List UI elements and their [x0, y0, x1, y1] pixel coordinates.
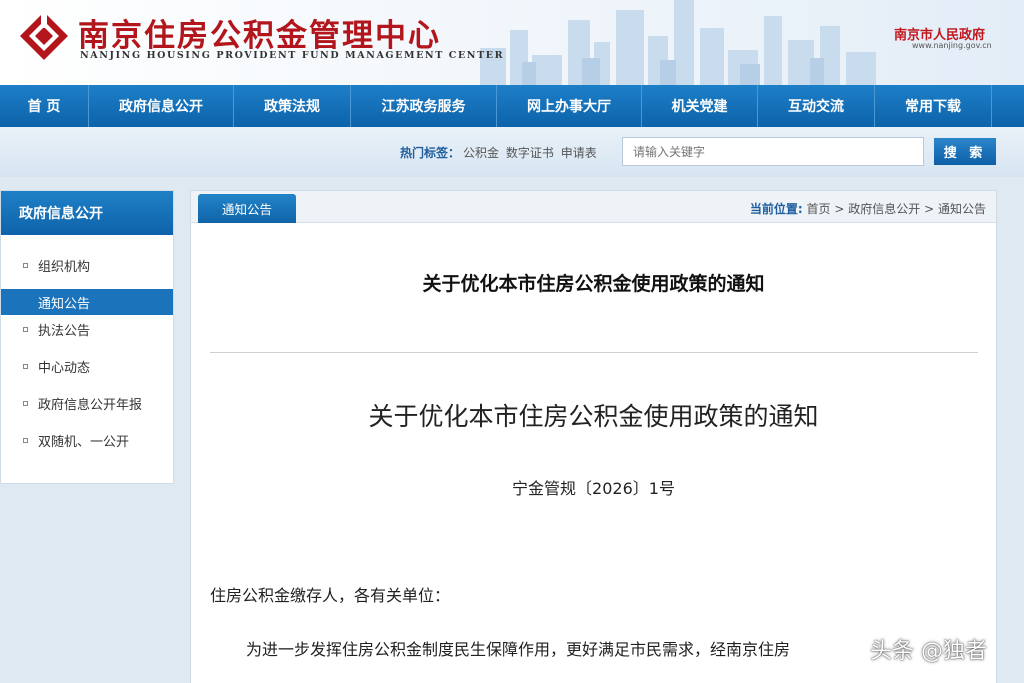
nav-item-party-building[interactable]: 机关党建	[642, 85, 758, 127]
bullet-icon	[23, 437, 28, 443]
search-bar: 热门标签：公积金 数字证书 申请表 搜 索	[0, 127, 1024, 177]
nav-item-gov-info[interactable]: 政府信息公开	[89, 85, 234, 127]
document-salutation: 住房公积金缴存人，各有关单位：	[210, 586, 451, 605]
site-subtitle: NANJING HOUSING PROVIDENT FUND MANAGEMEN…	[80, 50, 505, 61]
breadcrumb-gov-info[interactable]: 政府信息公开	[848, 202, 920, 216]
bullet-icon	[23, 326, 28, 332]
site-title: 南京住房公积金管理中心	[78, 18, 441, 54]
sidebar-item-annual-report[interactable]: 政府信息公开年报	[1, 390, 173, 416]
sidebar-item-notices[interactable]: 通知公告	[1, 289, 173, 315]
divider	[210, 352, 978, 353]
tab-notices[interactable]: 通知公告	[198, 194, 296, 223]
main-nav: 首 页 政府信息公开 政策法规 江苏政务服务 网上办事大厅 机关党建 互动交流 …	[0, 85, 1024, 127]
search-button[interactable]: 搜 索	[934, 138, 996, 165]
bullet-icon	[23, 400, 28, 406]
document-body-paragraph: 为进一步发挥住房公积金制度民生保障作用，更好满足市民需求，经南京住房	[246, 640, 791, 659]
breadcrumb-home[interactable]: 首页	[807, 202, 831, 216]
hot-tag-certificate[interactable]: 数字证书	[506, 146, 554, 160]
sidebar-title: 政府信息公开	[1, 191, 173, 235]
sidebar-item-label: 双随机、一公开	[38, 434, 130, 450]
sidebar-item-enforcement[interactable]: 执法公告	[1, 316, 173, 342]
nav-item-policy[interactable]: 政策法规	[234, 85, 351, 127]
bullet-icon	[23, 262, 28, 268]
sidebar-item-label: 组织机构	[38, 259, 91, 275]
sidebar-item-label: 中心动态	[38, 360, 91, 376]
sidebar-item-label: 政府信息公开年报	[38, 397, 143, 413]
document-number: 宁金管规〔2026〕1号	[512, 479, 675, 498]
breadcrumb-separator: >	[924, 202, 935, 216]
housing-fund-logo-icon	[20, 12, 68, 60]
breadcrumb-notices[interactable]: 通知公告	[938, 202, 986, 216]
hot-tag-fund[interactable]: 公积金	[463, 146, 499, 160]
breadcrumb-separator: >	[834, 202, 845, 216]
sidebar-item-label: 通知公告	[38, 296, 91, 312]
sidebar-item-label: 执法公告	[38, 323, 91, 339]
nav-item-interaction[interactable]: 互动交流	[758, 85, 875, 127]
hot-tags-label: 热门标签：	[400, 146, 461, 160]
content-tabbar: 通知公告 当前位置: 首页 > 政府信息公开 > 通知公告	[191, 191, 996, 223]
main-content: 通知公告 当前位置: 首页 > 政府信息公开 > 通知公告 关于优化本市住房公积…	[190, 190, 997, 683]
hot-tags: 热门标签： 公积金 数字证书 申请表	[400, 144, 597, 161]
sidebar: 政府信息公开 组织机构 通知公告 执法公告 中心动态 政府信息公开年报 双随机、…	[0, 190, 174, 484]
nav-item-home[interactable]: 首 页	[0, 85, 89, 127]
gov-url: www.nanjing.gov.cn	[912, 41, 992, 50]
sidebar-item-double-random[interactable]: 双随机、一公开	[1, 427, 173, 453]
nav-item-downloads[interactable]: 常用下载	[875, 85, 992, 127]
watermark: 头条 @独者	[870, 639, 987, 664]
hot-tag-application-form[interactable]: 申请表	[561, 146, 597, 160]
nanjing-gov-link[interactable]: 南京市人民政府 www.nanjing.gov.cn	[888, 24, 998, 54]
site-header: 南京住房公积金管理中心 NANJING HOUSING PROVIDENT FU…	[0, 0, 1024, 85]
search-input[interactable]	[622, 137, 924, 166]
bullet-icon	[23, 363, 28, 369]
bullet-icon	[23, 300, 28, 305]
page-title: 关于优化本市住房公积金使用政策的通知	[422, 273, 765, 295]
sidebar-item-organization[interactable]: 组织机构	[1, 252, 173, 278]
document-title: 关于优化本市住房公积金使用政策的通知	[368, 402, 819, 431]
breadcrumb-label: 当前位置:	[749, 202, 803, 216]
breadcrumb: 当前位置: 首页 > 政府信息公开 > 通知公告	[750, 200, 986, 217]
sidebar-item-center-news[interactable]: 中心动态	[1, 353, 173, 379]
nav-item-online-hall[interactable]: 网上办事大厅	[497, 85, 642, 127]
city-skyline-decoration	[480, 0, 876, 85]
nav-item-jiangsu-services[interactable]: 江苏政务服务	[351, 85, 497, 127]
